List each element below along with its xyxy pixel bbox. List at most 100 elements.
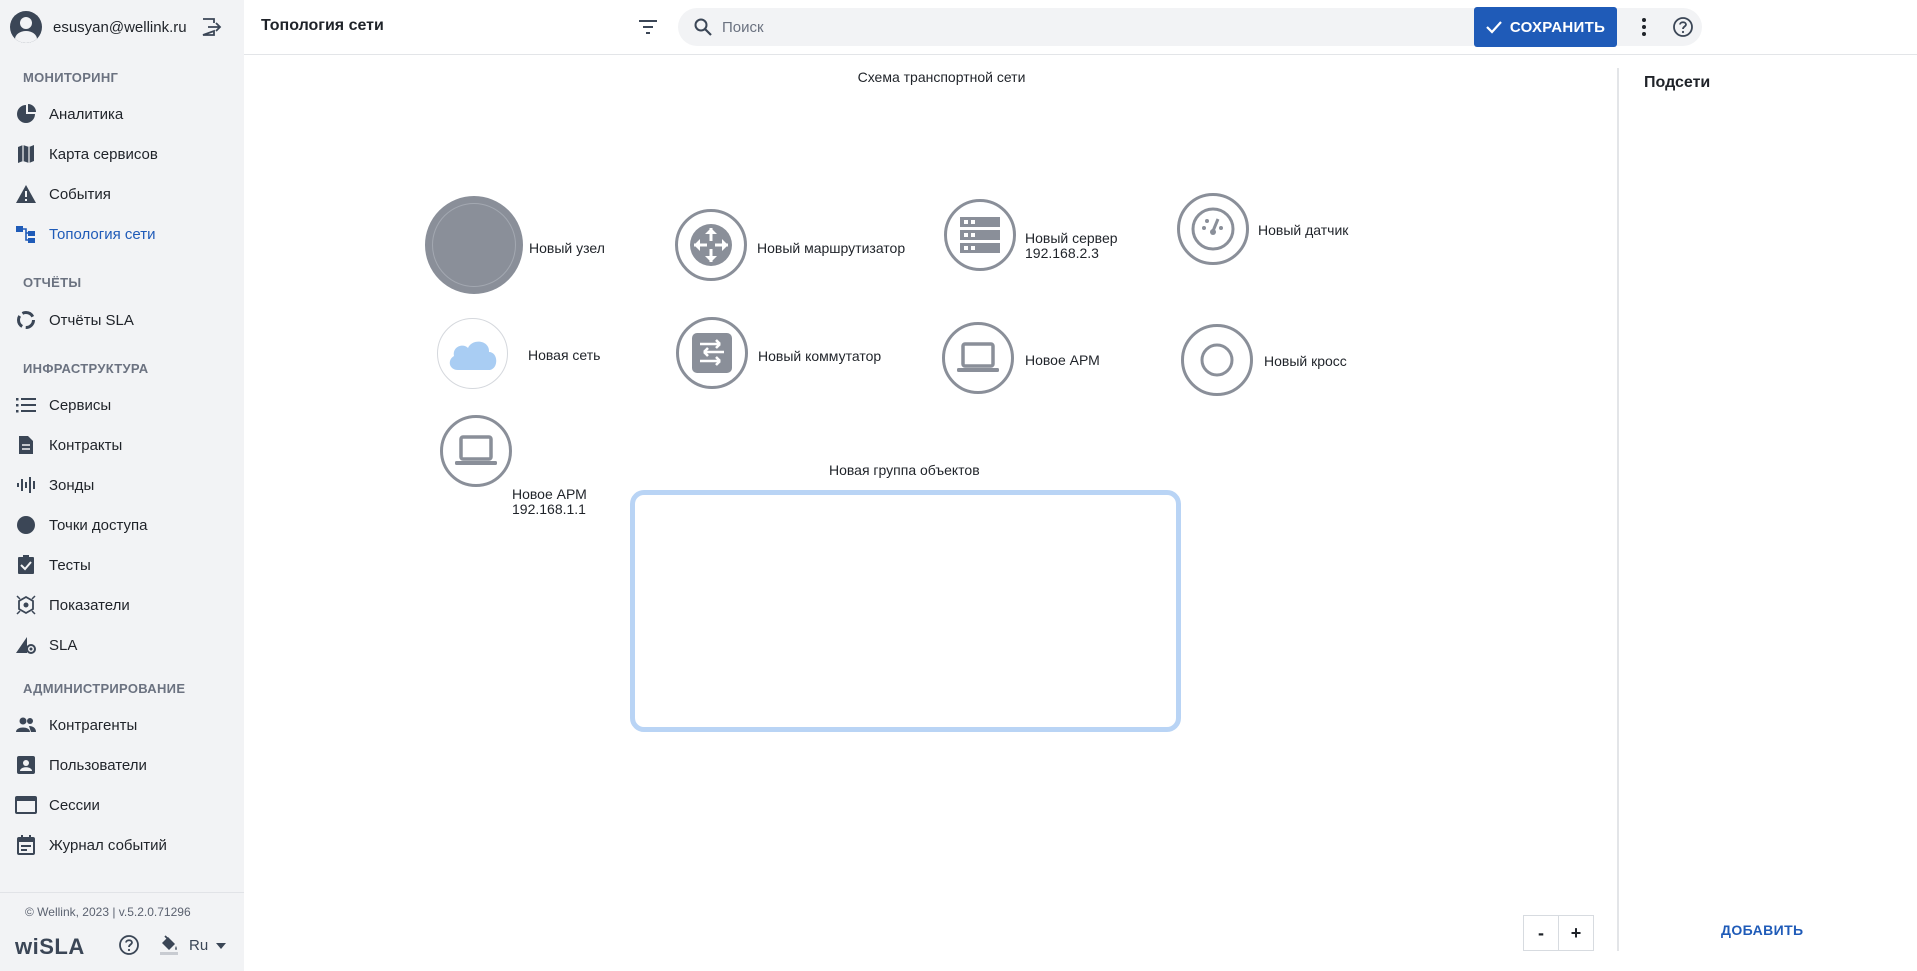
warning-icon [15, 184, 37, 204]
avatar[interactable] [10, 11, 42, 43]
dot-icon [15, 515, 37, 535]
node-label: Новая сеть [528, 347, 601, 363]
sidebar-item-label: Сессии [49, 797, 100, 814]
sidebar-item-label: Контракты [49, 437, 123, 454]
sla-gear-icon [15, 635, 37, 655]
node-label-ip: 192.168.1.1 [512, 501, 586, 517]
node-label: Новый маршрутизатор [757, 240, 906, 256]
node-label-ip: 192.168.2.3 [1025, 245, 1099, 261]
sidebar-item-label: Журнал событий [49, 837, 167, 854]
node-label: Новое АРМ 192.168.1.1 [512, 487, 587, 517]
node-label: Новый кросс [1264, 353, 1347, 369]
user-profile[interactable]: esusyan@wellink.ru [10, 10, 234, 44]
sidebar-item-users[interactable]: Пользователи [0, 747, 244, 783]
sidebar-item-label: Аналитика [49, 106, 124, 123]
map-icon [15, 144, 37, 164]
copyright: © Wellink, 2023 | v.5.2.0.71296 [25, 905, 191, 919]
section-reports: ОТЧЁТЫ [23, 275, 82, 290]
check-icon [1486, 21, 1502, 34]
save-button-label: СОХРАНИТЬ [1509, 18, 1606, 36]
metrics-icon [15, 595, 37, 615]
pie-chart-icon [15, 104, 37, 124]
sidebar-item-contractors[interactable]: Контрагенты [0, 707, 244, 743]
laptop-icon[interactable] [440, 415, 512, 487]
sidebar-divider [0, 892, 244, 893]
sidebar-item-event-log[interactable]: Журнал событий [0, 827, 244, 863]
sidebar-item-events[interactable]: События [0, 176, 244, 212]
page-title[interactable]: Топология сети [261, 17, 384, 35]
top-bar: Топология сети [244, 0, 1917, 55]
section-monitoring: МОНИТОРИНГ [23, 70, 119, 85]
zoom-in-button[interactable]: + [1558, 915, 1594, 951]
sensor-icon[interactable] [1177, 193, 1249, 265]
more-menu-icon[interactable] [1638, 15, 1650, 39]
help-icon[interactable] [1672, 16, 1694, 38]
sidebar-item-contracts[interactable]: Контракты [0, 427, 244, 463]
sidebar-item-label: Сервисы [49, 397, 112, 414]
people-icon [15, 715, 37, 735]
switch-icon[interactable] [676, 317, 748, 389]
laptop-icon[interactable] [942, 322, 1014, 394]
sidebar-item-service-map[interactable]: Карта сервисов [0, 136, 244, 172]
language-select[interactable]: Ru [189, 937, 227, 954]
sidebar-item-services[interactable]: Сервисы [0, 387, 244, 423]
node-label: Новый датчик [1258, 222, 1349, 238]
topology-icon [15, 224, 37, 244]
add-subnet-button[interactable]: ДОБАВИТЬ [1721, 922, 1804, 938]
router-icon[interactable] [675, 209, 747, 281]
topology-canvas[interactable]: Схема транспортной сети Новый узел Новый… [244, 56, 1617, 971]
sidebar-item-label: Карта сервисов [49, 146, 158, 163]
group-label: Новая группа объектов [829, 462, 980, 478]
list-icon [15, 395, 37, 415]
probe-icon [15, 475, 37, 495]
help-icon[interactable] [118, 934, 140, 956]
sidebar-item-label: Тесты [49, 557, 91, 574]
sidebar-item-topology[interactable]: Топология сети [0, 216, 244, 252]
sidebar-item-sessions[interactable]: Сессии [0, 787, 244, 823]
subnets-title: Подсети [1644, 74, 1711, 91]
paint-bucket-icon[interactable] [158, 933, 180, 955]
subnets-panel: Подсети ДОБАВИТЬ [1617, 68, 1917, 951]
node-label: Новый сервер 192.168.2.3 [1025, 231, 1118, 261]
node-label: Новый коммутатор [758, 348, 882, 364]
section-administration: АДМИНИСТРИРОВАНИЕ [23, 681, 186, 696]
sidebar-item-sla[interactable]: SLA [0, 627, 244, 663]
sidebar-item-label: События [49, 186, 111, 203]
zoom-out-button[interactable]: - [1523, 915, 1559, 951]
wisla-logo: wiSLA [15, 934, 85, 959]
object-group[interactable] [630, 490, 1181, 732]
sidebar-item-access-points[interactable]: Точки доступа [0, 507, 244, 543]
sidebar-item-label: Отчёты SLA [49, 312, 134, 329]
sidebar-item-label: Показатели [49, 597, 130, 614]
language-value: Ru [189, 937, 209, 954]
sidebar-item-sla-reports[interactable]: Отчёты SLA [0, 302, 244, 338]
filter-icon[interactable] [636, 15, 660, 39]
sidebar-item-probes[interactable]: Зонды [0, 467, 244, 503]
save-button[interactable]: СОХРАНИТЬ [1474, 7, 1617, 47]
search-icon [694, 18, 712, 36]
sidebar-item-label: Пользователи [49, 757, 147, 774]
window-icon [15, 795, 37, 815]
sidebar-item-label: Точки доступа [49, 517, 148, 534]
sidebar: esusyan@wellink.ru МОНИТОРИНГ Аналитика … [0, 0, 244, 971]
cross-icon[interactable] [1181, 324, 1253, 396]
sidebar-item-label: Зонды [49, 477, 95, 494]
server-icon[interactable] [944, 199, 1016, 271]
node-icon[interactable] [425, 196, 523, 294]
cloud-icon[interactable] [437, 318, 508, 389]
user-card-icon [15, 755, 37, 775]
user-email: esusyan@wellink.ru [53, 18, 187, 36]
sidebar-item-analytics[interactable]: Аналитика [0, 96, 244, 132]
sidebar-item-label: Топология сети [49, 226, 156, 243]
sidebar-item-tests[interactable]: Тесты [0, 547, 244, 583]
node-label: Новый узел [529, 240, 605, 256]
logout-icon[interactable] [200, 16, 222, 38]
sidebar-item-metrics[interactable]: Показатели [0, 587, 244, 623]
scheme-title: Схема транспортной сети [857, 69, 1026, 85]
node-label-name: Новое АРМ [512, 486, 587, 502]
section-infrastructure: ИНФРАСТРУКТУРА [23, 361, 149, 376]
circle-progress-icon [15, 310, 37, 330]
chevron-down-icon [216, 942, 227, 949]
sidebar-item-label: Контрагенты [49, 717, 138, 734]
sidebar-item-label: SLA [49, 637, 78, 654]
